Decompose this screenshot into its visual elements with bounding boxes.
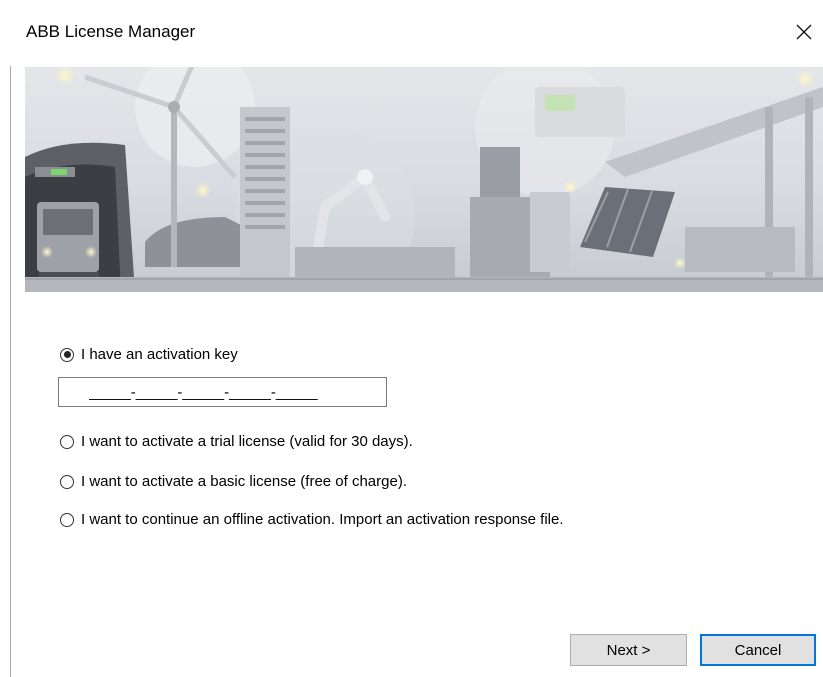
banner-illustration [25, 67, 823, 292]
close-icon [796, 24, 812, 40]
title-bar: ABB License Manager [10, 0, 823, 66]
window-title: ABB License Manager [26, 22, 196, 41]
radio-button[interactable] [60, 512, 74, 527]
activation-key-input[interactable] [58, 377, 387, 407]
radio-label: I want to continue an offline activation… [81, 511, 564, 528]
industrial-banner-image [25, 67, 823, 292]
radio-basic-license[interactable]: I want to activate a basic license (free… [60, 473, 407, 490]
radio-offline-activation[interactable]: I want to continue an offline activation… [60, 511, 564, 528]
radio-button[interactable] [60, 434, 74, 449]
radio-label: I have an activation key [81, 346, 238, 363]
radio-button[interactable] [60, 347, 74, 362]
radio-selected-dot [63, 351, 71, 358]
license-manager-window: ABB License Manager I have an activation… [0, 0, 823, 677]
radio-trial-license[interactable]: I want to activate a trial license (vali… [60, 433, 413, 450]
radio-label: I want to activate a trial license (vali… [81, 433, 413, 450]
radio-activation-key[interactable]: I have an activation key [60, 346, 238, 363]
cancel-button[interactable]: Cancel [700, 634, 816, 666]
next-button[interactable]: Next > [570, 634, 687, 666]
radio-button[interactable] [60, 474, 74, 489]
radio-label: I want to activate a basic license (free… [81, 473, 407, 490]
options-panel: I have an activation key I want to activ… [10, 292, 823, 677]
close-button[interactable] [785, 12, 823, 52]
